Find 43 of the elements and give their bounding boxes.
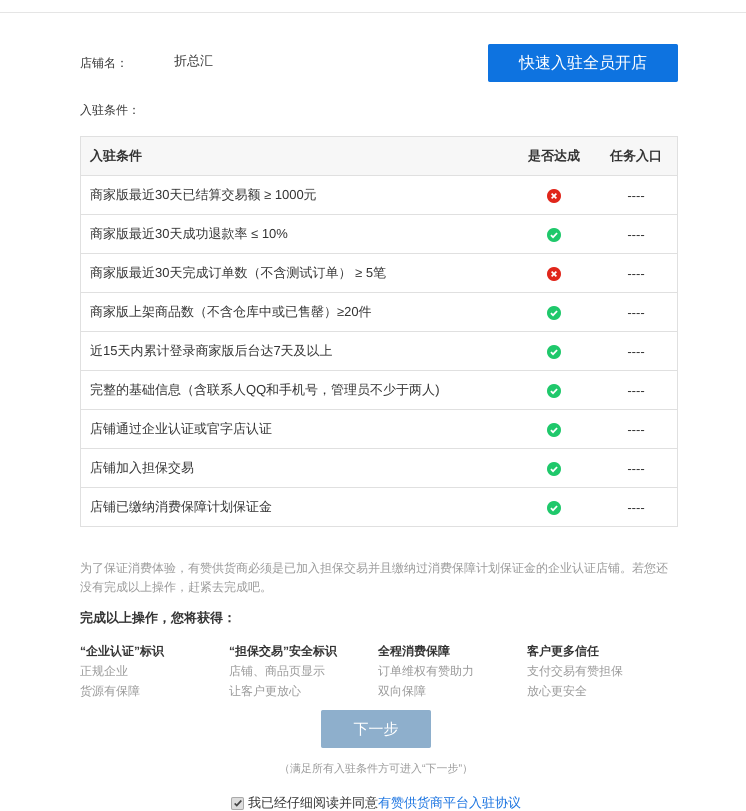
table-cell: ----: [595, 292, 678, 332]
benefit-text: 正规企业: [80, 663, 129, 680]
table-cell: 完整的基础信息（含联系人QQ和手机号，管理员不少于两人): [80, 370, 513, 410]
column-header: 是否达成: [513, 136, 595, 176]
benefit-text: 订单维权有赞助力: [378, 663, 475, 680]
benefit-title: “担保交易”安全标识: [229, 643, 338, 660]
agreement-checkbox[interactable]: [231, 796, 244, 810]
benefit-text: 放心更安全: [527, 683, 588, 700]
table-cell: ----: [595, 254, 678, 292]
benefit-text: 货源有保障: [80, 683, 141, 700]
benefit-text: 双向保障: [378, 683, 427, 700]
table-cell: 商家版上架商品数（不含仓库中或已售罄）≥20件: [80, 292, 513, 332]
table-cell: ----: [595, 332, 678, 370]
table-cell: ----: [595, 214, 678, 254]
notice-text: 为了保证消费体验，有赞供货商必须是已加入担保交易并且缴纳过消费保障计划保证金的企业认证店铺。若您还没有完成以上操作，赶紧去完成吧。: [80, 560, 669, 596]
quick-open-button[interactable]: 快速入驻全员开店: [488, 44, 678, 82]
table-cell: ----: [595, 410, 678, 448]
column-header: 入驻条件: [80, 136, 513, 176]
column-header: 任务入口: [595, 136, 678, 176]
table-cell: ----: [595, 488, 678, 526]
benefit-title: 客户更多信任: [527, 643, 600, 660]
table-cell: 商家版最近30天成功退款率 ≤ 10%: [80, 214, 513, 254]
table-cell: 商家版最近30天已结算交易额 ≥ 1000元: [80, 176, 513, 214]
benefit-text: 店铺、商品页显示: [229, 663, 326, 680]
agreement-text: 我已经仔细阅读并同意有赞供货商平台入驻协议: [248, 794, 521, 811]
shop-label: 店铺名：: [80, 54, 128, 72]
table-cell: 店铺通过企业认证或官字店认证: [80, 410, 513, 448]
conditions-label: 入驻条件：: [80, 102, 141, 119]
agreement-link[interactable]: 有赞供货商平台入驻协议: [378, 795, 521, 810]
table-cell: ----: [595, 370, 678, 410]
table-cell: 近15天内累计登录商家版后台达7天及以上: [80, 332, 513, 370]
benefit-title: “企业认证”标识: [80, 643, 166, 660]
table-cell: ----: [595, 176, 678, 214]
benefits-title: 完成以上操作，您将获得：: [80, 609, 237, 627]
benefit-text: 让客户更放心: [229, 683, 302, 700]
next-hint: （满足所有入驻条件方可进入“下一步”）: [278, 762, 474, 776]
table-cell: 店铺已缴纳消费保障计划保证金: [80, 488, 513, 526]
table-cell: 店铺加入担保交易: [80, 448, 513, 488]
shop-name: 折总汇: [174, 52, 214, 70]
benefit-text: 支付交易有赞担保: [527, 663, 624, 680]
table-cell: 商家版最近30天完成订单数（不含测试订单） ≥ 5笔: [80, 254, 513, 292]
benefit-title: 全程消费保障: [378, 643, 451, 660]
table-cell: ----: [595, 448, 678, 488]
